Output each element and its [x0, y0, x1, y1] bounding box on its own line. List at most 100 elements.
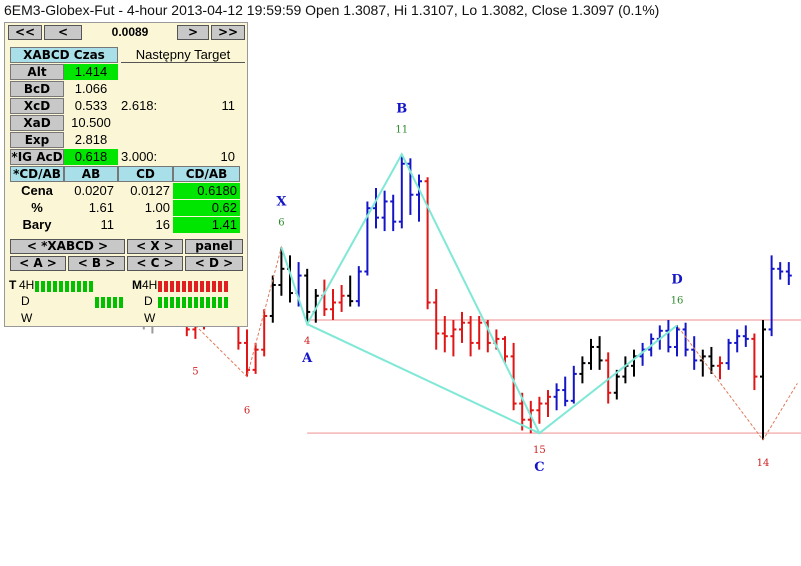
trend-t-label: T	[9, 278, 17, 292]
target-value: 2.618:	[121, 98, 158, 113]
ohlc-bar	[441, 315, 448, 353]
ohlc-bar	[424, 177, 431, 310]
ratio-label: XaD	[10, 115, 64, 131]
cdab-col-header: *CD/AB	[10, 166, 64, 182]
trend-bar	[47, 281, 51, 292]
trend-bar	[41, 281, 45, 292]
ratio-value: 0.618	[64, 149, 118, 165]
trend-bar	[71, 281, 75, 292]
pattern-bar-count: 11	[395, 124, 408, 135]
trend-bar	[200, 297, 204, 308]
trend-t-w-label: W	[21, 311, 33, 325]
pattern-point-label: A	[301, 351, 313, 366]
last-button[interactable]: >>	[211, 25, 245, 40]
trend-bar	[218, 281, 222, 292]
table-cell-cd: 16	[155, 217, 170, 232]
next-button[interactable]: >	[177, 25, 209, 40]
trend-bar	[176, 281, 180, 292]
pattern-bar-count: 4	[304, 336, 310, 347]
pattern-point-label: X	[276, 194, 287, 209]
ohlc-bar	[330, 289, 336, 321]
c-select-button[interactable]: < C >	[127, 256, 183, 271]
trend-bar	[107, 297, 111, 308]
trend-bar	[212, 281, 216, 292]
ohlc-bar	[596, 336, 603, 370]
trend-bar	[113, 297, 117, 308]
table-cell-ab: 1.61	[88, 200, 114, 215]
ohlc-bar	[545, 390, 551, 418]
ohlc-bar	[631, 349, 637, 377]
pattern-bar-count: 16	[671, 295, 684, 306]
ratio-label: Exp	[10, 132, 64, 148]
ohlc-bar	[734, 329, 741, 353]
horizontal-level-lines	[307, 319, 801, 434]
ohlc-bar	[785, 262, 792, 285]
ohlc-bar	[665, 320, 672, 353]
table-cell-cd: 0.0127	[130, 183, 170, 198]
pattern-point-label: B	[396, 101, 407, 116]
next-target-header: Następny Target	[121, 47, 245, 63]
target-value	[121, 132, 165, 148]
d-select-button[interactable]: < D >	[185, 256, 243, 271]
trend-m-w-label: W	[144, 311, 156, 325]
ohlc-bar	[476, 315, 483, 350]
ohlc-bar	[347, 275, 354, 307]
table-cell-cdab: 1.41	[173, 217, 240, 233]
trend-bar	[176, 297, 180, 308]
target-value	[121, 115, 165, 131]
table-cell-cd: 1.00	[144, 200, 170, 215]
trend-bar	[89, 281, 93, 292]
panel-button[interactable]: panel	[185, 239, 243, 254]
ohlc-bar	[717, 356, 723, 380]
trend-bar	[95, 297, 99, 308]
trend-t-d-label: D	[21, 294, 30, 308]
a-select-button[interactable]: < A >	[10, 256, 66, 271]
ohlc-bar	[691, 336, 698, 370]
ohlc-bar	[777, 262, 784, 280]
swing-bar-count: 5	[192, 366, 198, 377]
table-cell-cdab: 0.6180	[173, 183, 240, 199]
b-select-button[interactable]: < B >	[68, 256, 125, 271]
trend-bar	[212, 297, 216, 308]
trend-m-d-label: D	[144, 294, 153, 308]
nav-value: 0.0089	[111, 25, 149, 39]
pattern-labels: X 6 A 4 B 11 C 15 D 16 5 6 14	[192, 101, 769, 475]
ratio-label: Alt	[10, 64, 64, 80]
ohlc-bar	[381, 190, 388, 232]
ohlc-bar	[398, 154, 405, 229]
swing-bar-count: 14	[757, 458, 770, 469]
trend-bar	[188, 297, 192, 308]
target-count: 11	[221, 98, 236, 113]
ohlc-bar	[416, 174, 422, 222]
table-row-label: Bary	[22, 217, 52, 232]
pattern-bar-count: 15	[533, 445, 546, 456]
trend-bar	[188, 281, 192, 292]
trend-bar	[182, 281, 186, 292]
table-row-label: Cena	[21, 183, 53, 198]
first-button[interactable]: <<	[8, 25, 42, 40]
ohlc-bar	[269, 275, 276, 323]
table-cell-ab: 0.0207	[74, 183, 114, 198]
ohlc-bar	[699, 349, 706, 377]
cd-col-header: CD	[118, 166, 173, 182]
ohlc-bar	[338, 284, 345, 312]
trend-bar	[158, 281, 162, 292]
target-count: 10	[220, 149, 235, 164]
ratio-label: XcD	[10, 98, 64, 114]
trend-bar	[224, 297, 228, 308]
prev-button[interactable]: <	[44, 25, 82, 40]
pattern-point-label: D	[671, 272, 682, 287]
pattern-bar-count: 6	[278, 217, 284, 228]
target-value	[121, 81, 165, 97]
ohlc-bar	[570, 365, 577, 404]
ratio-value: 0.533	[74, 98, 108, 113]
xabcd-select-button[interactable]: < *XABCD >	[10, 239, 125, 254]
trend-bar	[101, 297, 105, 308]
trend-bar	[170, 297, 174, 308]
ohlc-bar	[467, 315, 474, 357]
ab-col-header: AB	[64, 166, 118, 182]
xabcd-panel: << < 0.0089 > >> XABCD Czas Następny Tar…	[4, 22, 248, 327]
x-select-button[interactable]: < X >	[127, 239, 183, 254]
ohlc-bar	[373, 187, 379, 229]
trend-bar	[35, 281, 39, 292]
